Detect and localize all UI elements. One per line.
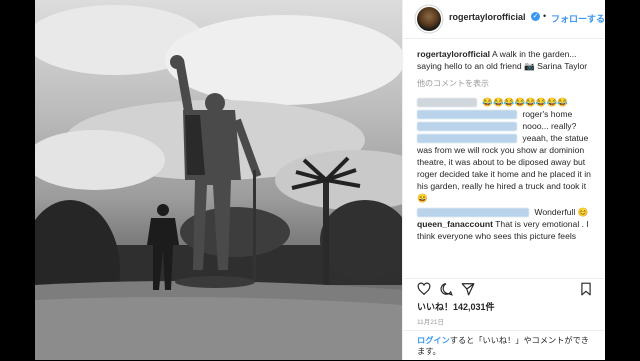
share-icon[interactable] <box>461 282 475 296</box>
avatar[interactable] <box>417 7 441 31</box>
blurred-username <box>417 122 517 132</box>
left-letterbox <box>0 0 35 360</box>
heart-icon[interactable] <box>417 282 431 296</box>
login-prompt: ログインすると「いいね！」やコメントができます。 <box>417 335 597 357</box>
camera-icon: 📷 <box>524 61 535 71</box>
caption-username[interactable]: rogertaylorofficial <box>417 49 490 59</box>
caption: rogertaylorofficial A walk in the garden… <box>417 48 599 72</box>
comment-text: roger's home <box>522 109 573 119</box>
comments-list: rogertaylorofficial A walk in the garden… <box>417 48 599 242</box>
post-header: rogertaylorofficial ✓ • フォローする <box>403 0 606 39</box>
view-all-comments-link[interactable]: 他のコメントを表示 <box>417 78 599 90</box>
comment-row: Wonderfull 😊 <box>417 206 599 218</box>
comment-icon[interactable] <box>439 282 453 296</box>
post-username[interactable]: rogertaylorofficial <box>449 12 526 22</box>
right-letterbox <box>605 0 640 360</box>
blurred-username <box>417 208 529 218</box>
comment-row: queen_fanaccount That is very emotional … <box>417 218 599 242</box>
comment-text: nooo... really? <box>522 121 577 131</box>
comment-text: yeaah, the statue was from we will rock … <box>417 133 591 203</box>
blurred-username <box>417 110 517 120</box>
verified-badge-icon: ✓ <box>531 12 540 21</box>
comment-text: 😂😂😂😂😂😂😂😂 <box>482 97 568 107</box>
blurred-username <box>417 134 517 144</box>
post-date[interactable]: 11月21日 <box>417 316 444 326</box>
follow-button[interactable]: フォローする <box>551 12 605 25</box>
comment-row: roger's home <box>417 108 599 120</box>
post-details-panel: rogertaylorofficial ✓ • フォローする rogertayl… <box>402 0 606 361</box>
bookmark-icon[interactable] <box>579 282 593 296</box>
comment-row: yeaah, the statue was from we will rock … <box>417 132 599 204</box>
separator-dot: • <box>543 11 547 21</box>
login-footer: ログインすると「いいね！」やコメントができます。 <box>403 330 606 361</box>
comment-text: Wonderfull 😊 <box>534 207 589 217</box>
action-bar <box>403 278 606 301</box>
like-count[interactable]: いいね！142,031件 <box>417 300 495 313</box>
statue-garden-scene <box>35 5 402 360</box>
comment-username[interactable]: queen_fanaccount <box>417 219 493 229</box>
comment-row: nooo... really? <box>417 120 599 132</box>
login-link[interactable]: ログイン <box>417 336 450 345</box>
post-photo[interactable] <box>35 0 402 360</box>
caption-tag[interactable]: Sarina Taylor <box>537 61 587 71</box>
comment-row: 😂😂😂😂😂😂😂😂 <box>417 96 599 108</box>
blurred-username <box>417 98 477 108</box>
